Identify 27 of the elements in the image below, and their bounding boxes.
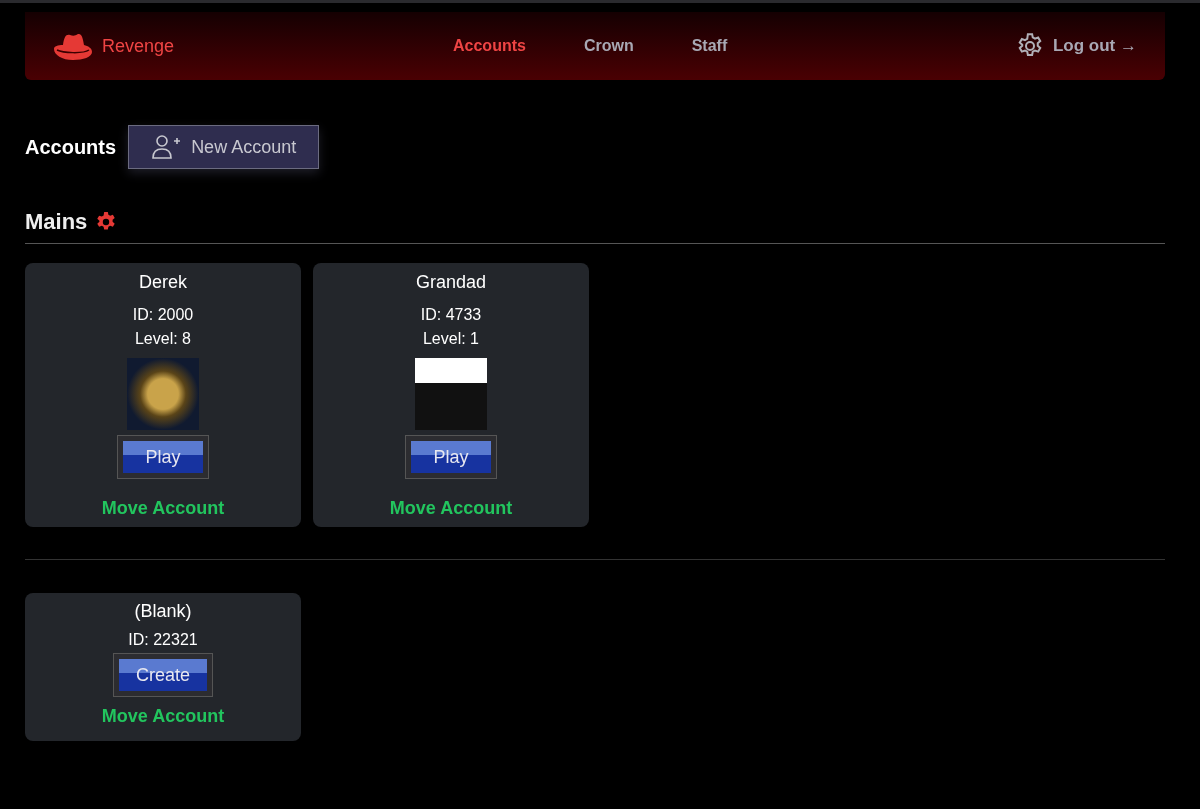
move-account-link[interactable]: Move Account	[101, 706, 225, 727]
hat-logo-icon	[53, 31, 93, 61]
move-account-link[interactable]: Move Account	[389, 498, 513, 519]
section-title: Mains	[25, 209, 88, 235]
account-level: Level: 1	[422, 329, 479, 349]
new-account-button[interactable]: New Account	[128, 125, 320, 169]
page-title: Accounts	[25, 135, 117, 159]
account-name: Grandad	[415, 272, 487, 293]
add-user-icon	[151, 134, 182, 160]
brand-name[interactable]: Revenge	[102, 35, 175, 57]
logout-link[interactable]: Log out →	[1052, 36, 1137, 56]
settings-icon[interactable]	[95, 211, 118, 233]
nav-link[interactable]: Accounts	[453, 37, 526, 55]
create-button[interactable]: Create	[114, 654, 212, 696]
photo-placeholder	[127, 358, 199, 430]
account-name: (Blank)	[134, 601, 192, 622]
account-id: ID: 4733	[420, 305, 482, 325]
photo-placeholder	[415, 358, 487, 430]
account-level: Level: 8	[134, 329, 191, 349]
play-button[interactable]: Play	[406, 436, 496, 478]
account-id: ID: 2000	[132, 305, 194, 325]
move-account-link[interactable]: Move Account	[101, 498, 225, 519]
account-name: Derek	[139, 272, 187, 293]
nav-link[interactable]: Crown	[583, 37, 634, 55]
account-id: ID: 22321	[128, 630, 198, 650]
play-button[interactable]: Play	[118, 436, 208, 478]
nav-link[interactable]: Staff	[691, 37, 728, 55]
